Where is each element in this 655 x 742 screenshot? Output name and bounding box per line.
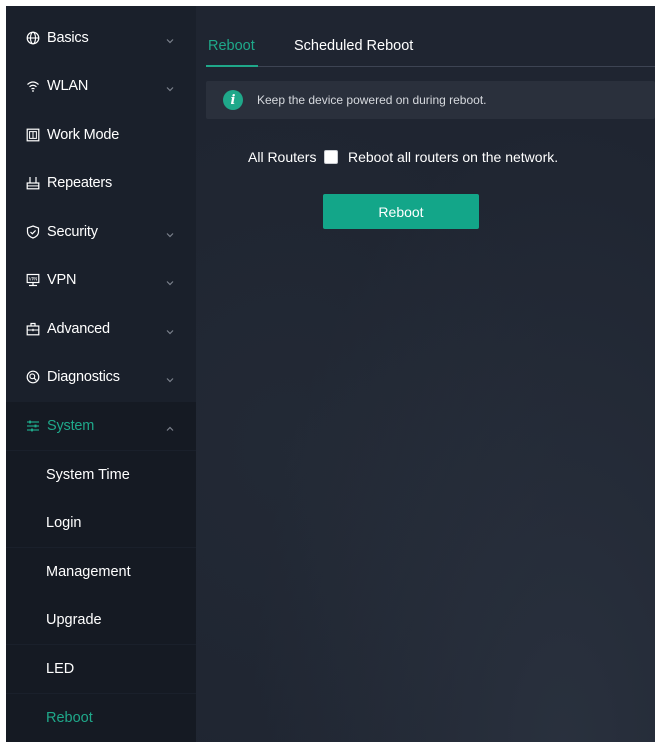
tab-bar: Reboot Scheduled Reboot — [196, 6, 655, 67]
app-window: Basics WLAN Work Mode Repeaters Security… — [6, 6, 655, 742]
sidebar-item-label: Repeaters — [47, 175, 113, 191]
svg-text:VPN: VPN — [29, 277, 38, 282]
reboot-all-checkbox[interactable] — [324, 150, 338, 164]
sidebar-item-label: Security — [47, 224, 98, 240]
sidebar-item-wlan[interactable]: WLAN — [6, 62, 196, 110]
advanced-icon — [26, 322, 40, 336]
sidebar-item-label: VPN — [47, 272, 77, 288]
info-text: Keep the device powered on during reboot… — [257, 93, 487, 107]
sidebar-item-diagnostics[interactable]: Diagnostics — [6, 353, 196, 401]
wifi-icon — [26, 79, 40, 93]
tab-reboot[interactable]: Reboot — [208, 38, 255, 54]
chevron-down-icon — [165, 227, 175, 238]
sidebar-item-label: WLAN — [47, 78, 89, 94]
sidebar-subitem-upgrade[interactable]: Upgrade — [6, 596, 196, 644]
sidebar-item-work-mode[interactable]: Work Mode — [6, 111, 196, 159]
sidebar-item-system[interactable]: System — [6, 402, 196, 450]
info-icon: i — [223, 90, 243, 110]
reboot-all-checkbox-label[interactable]: Reboot all routers on the network. — [348, 149, 558, 165]
chevron-up-icon — [165, 421, 175, 431]
sidebar-item-label: Advanced — [47, 321, 110, 337]
main-content: Reboot Scheduled Reboot i Keep the devic… — [196, 6, 655, 742]
sliders-icon — [26, 419, 40, 433]
sidebar-subitem-label: Reboot — [46, 710, 93, 726]
repeater-icon — [26, 176, 40, 190]
sidebar-subitem-label: Management — [46, 564, 131, 580]
sidebar-item-vpn[interactable]: VPN VPN — [6, 256, 196, 304]
sidebar-subitem-label: System Time — [46, 467, 130, 483]
sidebar-subitem-label: Upgrade — [46, 612, 102, 628]
sidebar-item-repeaters[interactable]: Repeaters — [6, 159, 196, 207]
sidebar-item-label: Diagnostics — [47, 369, 120, 385]
sidebar-subitem-system-time[interactable]: System Time — [6, 451, 196, 499]
sidebar-subitem-label: Login — [46, 515, 82, 531]
chevron-down-icon — [165, 372, 175, 383]
chevron-down-icon — [165, 33, 175, 44]
sidebar-subitem-management[interactable]: Management — [6, 548, 196, 596]
chevron-down-icon — [165, 275, 175, 286]
chevron-down-icon — [165, 81, 175, 92]
sidebar-subitem-login[interactable]: Login — [6, 499, 196, 547]
sidebar-subitem-led[interactable]: LED — [6, 645, 196, 693]
info-banner: i Keep the device powered on during rebo… — [206, 81, 655, 119]
sidebar-item-advanced[interactable]: Advanced — [6, 305, 196, 353]
sidebar: Basics WLAN Work Mode Repeaters Security… — [6, 6, 196, 742]
sidebar-subitem-label: LED — [46, 661, 75, 677]
all-routers-label: All Routers — [248, 149, 317, 165]
sidebar-item-label: Work Mode — [47, 127, 120, 143]
globe-icon — [26, 31, 40, 45]
diagnostics-icon — [26, 370, 40, 384]
sidebar-item-label: Basics — [47, 30, 89, 46]
tab-divider — [206, 66, 655, 67]
sidebar-subitem-reboot[interactable]: Reboot — [6, 694, 196, 742]
work-mode-icon — [26, 128, 40, 142]
chevron-down-icon — [165, 324, 175, 335]
sidebar-item-label: System — [47, 418, 95, 434]
sidebar-item-basics[interactable]: Basics — [6, 14, 196, 62]
vpn-icon: VPN — [26, 273, 40, 287]
tab-scheduled-reboot[interactable]: Scheduled Reboot — [294, 38, 413, 54]
sidebar-item-security[interactable]: Security — [6, 208, 196, 256]
reboot-button[interactable]: Reboot — [323, 194, 479, 229]
active-tab-indicator — [206, 65, 258, 67]
shield-check-icon — [26, 225, 40, 239]
